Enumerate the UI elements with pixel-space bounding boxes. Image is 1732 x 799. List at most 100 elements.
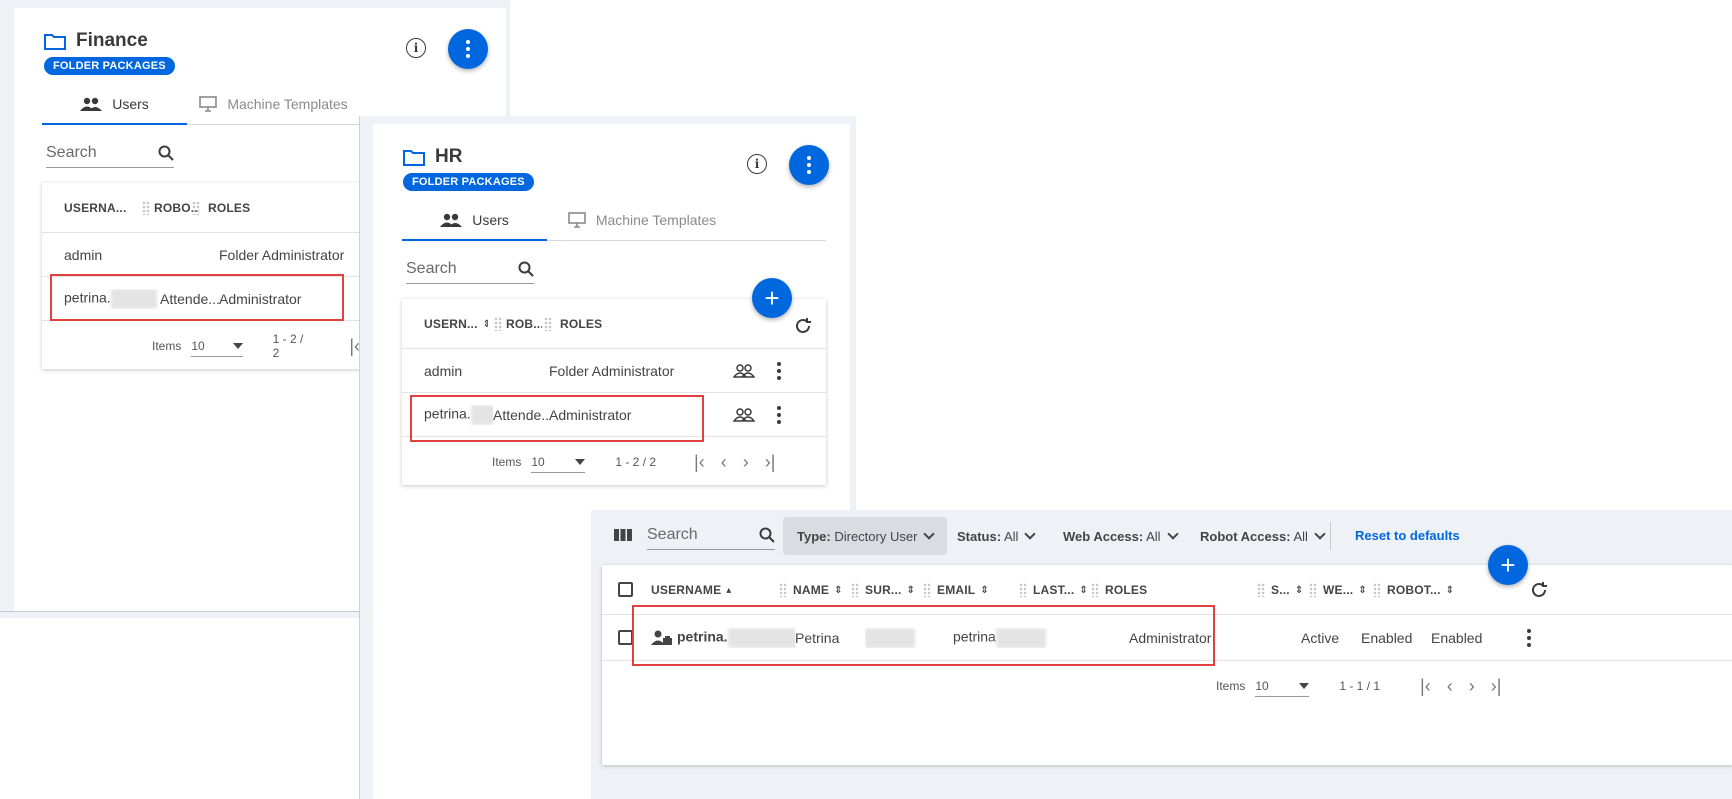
chevron-down-icon	[1166, 528, 1179, 540]
column-roles[interactable]: ROLES	[556, 317, 636, 331]
first-page-icon[interactable]: |‹	[694, 452, 705, 473]
grid-footer: Items 10 1 - 1 / 1 |‹ ‹ › ›|	[602, 661, 1732, 711]
search-icon[interactable]	[158, 145, 174, 161]
refresh-icon[interactable]	[794, 317, 812, 338]
column-username[interactable]: USERN... ⇕	[402, 317, 488, 331]
page-size-select[interactable]: 10	[531, 451, 586, 473]
search-icon[interactable]	[759, 527, 775, 543]
sort-icon[interactable]: ⇕	[1295, 585, 1304, 596]
robot-access-cell: Enabled	[1431, 629, 1483, 646]
search-icon[interactable]	[518, 261, 534, 277]
items-label: Items	[152, 339, 182, 353]
row-actions-icon[interactable]	[777, 405, 781, 424]
columns-icon[interactable]	[613, 527, 633, 548]
refresh-icon[interactable]	[1530, 581, 1548, 602]
table-row[interactable]: admin Folder Administrator	[42, 233, 360, 277]
row-checkbox[interactable]	[618, 630, 633, 645]
tab-users[interactable]: Users	[402, 200, 547, 241]
next-page-icon[interactable]: ›	[743, 452, 749, 473]
more-actions-button[interactable]	[789, 145, 829, 185]
chevron-down-icon	[1314, 528, 1326, 540]
row-actions-icon[interactable]	[777, 361, 781, 380]
search-input[interactable]: Search	[647, 520, 775, 550]
info-icon[interactable]: i	[406, 38, 426, 58]
hr-folder-title: HR	[403, 146, 462, 168]
column-robot-access[interactable]: ROBOT... ⇕	[1387, 583, 1459, 597]
column-username[interactable]: USERNAME ▴	[651, 583, 779, 597]
column-email[interactable]: EMAIL ⇕	[937, 583, 1019, 597]
column-resize-handle[interactable]	[1309, 582, 1317, 597]
sort-icon[interactable]: ⇕	[1358, 585, 1367, 596]
column-resize-handle[interactable]	[192, 200, 200, 215]
search-input[interactable]: Search	[406, 254, 534, 284]
filter-robot-access[interactable]: Robot Access: All	[1186, 517, 1338, 555]
column-resize-handle[interactable]	[494, 316, 502, 331]
column-robot[interactable]: ROB...	[506, 317, 542, 331]
info-icon[interactable]: i	[747, 154, 767, 174]
items-label: Items	[1216, 679, 1246, 693]
reset-defaults-link[interactable]: Reset to defaults	[1355, 528, 1460, 543]
column-surname[interactable]: SUR... ⇕	[865, 583, 923, 597]
column-username[interactable]: USERNA...⇕	[42, 201, 130, 215]
page-size-select[interactable]: 10	[1255, 675, 1310, 697]
sort-ascending-icon[interactable]: ▴	[726, 585, 731, 596]
column-resize-handle[interactable]	[779, 582, 787, 597]
username-cell: admin	[424, 362, 463, 379]
sort-icon[interactable]: ⇕	[1079, 585, 1088, 596]
sort-icon[interactable]: ⇕	[834, 585, 843, 596]
kebab-icon	[466, 40, 470, 58]
column-web-access[interactable]: WE... ⇕	[1323, 583, 1373, 597]
sort-icon[interactable]: ⇕	[907, 585, 916, 596]
next-page-icon[interactable]: ›	[1469, 676, 1475, 697]
column-resize-handle[interactable]	[851, 582, 859, 597]
roles-cell: Folder Administrator	[549, 362, 675, 379]
monitor-icon	[568, 212, 586, 228]
column-last-login[interactable]: LAST... ⇕	[1033, 583, 1091, 597]
sort-icon[interactable]: ⇕	[980, 585, 989, 596]
column-roles[interactable]: ROLES	[204, 201, 284, 215]
add-user-button[interactable]: +	[752, 278, 792, 318]
chevron-down-icon	[1024, 528, 1037, 540]
previous-page-icon[interactable]: ‹	[1447, 676, 1453, 697]
sort-icon[interactable]: ⇕	[483, 319, 488, 330]
column-resize-handle[interactable]	[1373, 582, 1381, 597]
row-actions-icon[interactable]	[1527, 628, 1531, 647]
column-name[interactable]: NAME ⇕	[793, 583, 851, 597]
caret-down-icon	[575, 458, 586, 465]
tab-machine-templates[interactable]: Machine Templates	[547, 200, 737, 240]
plus-icon: +	[1500, 550, 1516, 580]
last-page-icon[interactable]: ›|	[1491, 676, 1502, 697]
filter-web-access[interactable]: Web Access: All	[1049, 517, 1191, 555]
column-resize-handle[interactable]	[923, 582, 931, 597]
tab-label: Users	[112, 96, 149, 112]
table-row[interactable]: admin Folder Administrator	[402, 349, 826, 393]
previous-page-icon[interactable]: ‹	[721, 452, 727, 473]
finance-folder-title: Finance	[44, 30, 148, 52]
select-all-checkbox[interactable]	[618, 582, 633, 597]
tab-machine-templates[interactable]: Machine Templates	[187, 84, 360, 124]
caret-down-icon	[1299, 682, 1310, 689]
first-page-icon[interactable]: |‹	[1420, 676, 1431, 697]
web-access-cell: Enabled	[1361, 629, 1413, 646]
add-user-button[interactable]: +	[1488, 545, 1528, 585]
filter-type[interactable]: Type: Directory User	[783, 517, 948, 555]
column-resize-handle[interactable]	[1257, 582, 1265, 597]
monitor-icon	[199, 96, 218, 112]
page-range: 1 - 2 / 2	[615, 455, 657, 469]
filter-status[interactable]: Status: All	[943, 517, 1048, 555]
page-size-select[interactable]: 10	[191, 335, 243, 357]
manage-access-icon[interactable]	[733, 407, 755, 422]
column-resize-handle[interactable]	[544, 316, 552, 331]
column-status[interactable]: S... ⇕	[1271, 583, 1309, 597]
sort-icon[interactable]: ⇕	[1446, 585, 1455, 596]
manage-access-icon[interactable]	[733, 363, 755, 378]
column-resize-handle[interactable]	[1019, 582, 1027, 597]
tab-users[interactable]: Users	[42, 84, 187, 125]
last-page-icon[interactable]: ›|	[765, 452, 776, 473]
column-roles[interactable]: ROLES	[1105, 583, 1257, 597]
column-resize-handle[interactable]	[142, 200, 150, 215]
search-input[interactable]: Search	[46, 138, 174, 168]
column-resize-handle[interactable]	[1091, 582, 1099, 597]
more-actions-button[interactable]	[448, 29, 488, 69]
tab-label: Users	[472, 212, 509, 228]
